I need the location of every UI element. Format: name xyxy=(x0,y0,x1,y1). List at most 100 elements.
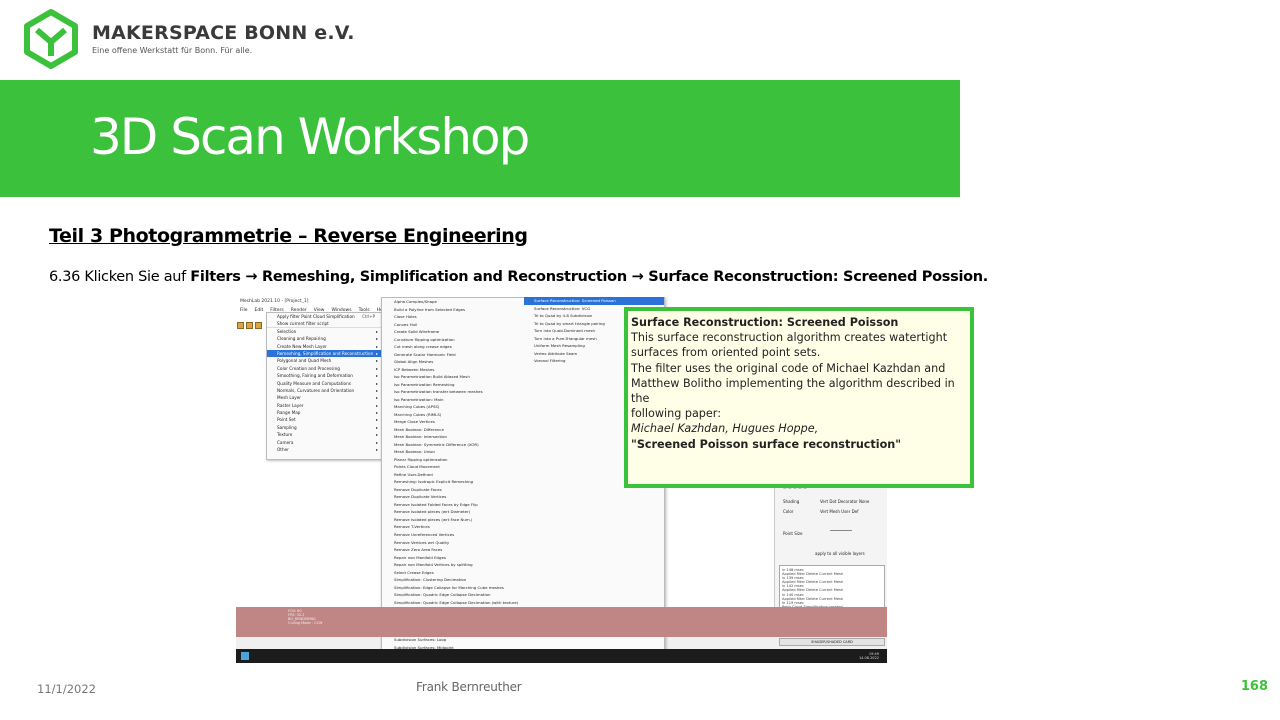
remeshing-menu-item[interactable]: Iso Parametrization Remeshing xyxy=(382,381,522,389)
remeshing-menu-item[interactable]: Iso Parametrization Build Atlased Mesh xyxy=(382,373,522,381)
filters-menu-item[interactable]: Other ▸ xyxy=(267,446,381,453)
remeshing-menu-item[interactable]: Generate Scalar Harmonic Field xyxy=(382,351,522,359)
remeshing-menu-item[interactable]: Planar flipping optimization xyxy=(382,456,522,464)
remeshing-menu-item[interactable]: Remove T-Vertices xyxy=(382,523,522,531)
filters-menu-item[interactable]: Normals, Curvatures and Orientation ▸ xyxy=(267,387,381,394)
remeshing-menu-item[interactable]: Simplification: Clustering Decimation xyxy=(382,576,522,584)
instruction-text: 6.36 Klicken Sie auf Filters → Remeshing… xyxy=(49,269,988,285)
remeshing-menu-item[interactable]: Marching Cubes (RIMLS) xyxy=(382,411,522,419)
remeshing-menu-item[interactable]: ICP Between Meshes xyxy=(382,366,522,374)
footer-date: 11/1/2022 xyxy=(37,682,96,696)
brand-tagline: Eine offene Werkstatt für Bonn. Für alle… xyxy=(92,46,253,55)
filters-menu-item[interactable]: Apply filter Point Cloud Simplification C… xyxy=(267,313,381,320)
remeshing-menu-item[interactable]: Remove Isolated pieces (wrt Diameter) xyxy=(382,508,522,516)
filters-menu: Apply filter Point Cloud Simplification C… xyxy=(266,312,382,460)
chevron-right-icon: ▸ xyxy=(375,402,378,408)
remeshing-menu-item[interactable]: Mesh Boolean: Symmetric Difference (XOR) xyxy=(382,441,522,449)
remeshing-menu-item[interactable]: Iso Parametrization: Main xyxy=(382,396,522,404)
remeshing-menu-item[interactable]: Simplification: Quadric Edge Collapse De… xyxy=(382,599,522,607)
color-label: Color xyxy=(783,509,794,514)
menu-file[interactable]: File xyxy=(240,308,248,313)
tooltip-filter-id: (FilterScreenedPoisson) xyxy=(631,483,968,485)
remeshing-menu-item[interactable]: Remove Isolated pieces (wrt Face Num.) xyxy=(382,516,522,524)
remeshing-menu-item[interactable]: Close Holes xyxy=(382,313,522,321)
remeshing-menu-item[interactable]: Mesh Boolean: Difference xyxy=(382,426,522,434)
tooltip-title: Surface Reconstruction: Screened Poisson xyxy=(631,316,899,329)
filters-menu-item[interactable]: Texture ▸ xyxy=(267,431,381,438)
menu-shortcut: Ctrl+P xyxy=(362,314,375,319)
remeshing-menu-item[interactable]: Remove Duplicate Vertices xyxy=(382,493,522,501)
tooltip-paper: "Screened Poisson surface reconstruction… xyxy=(631,437,902,451)
remeshing-menu-item[interactable]: Create Solid Wireframe xyxy=(382,328,522,336)
filters-menu-item[interactable]: Quality Measure and Computations ▸ xyxy=(267,380,381,387)
remeshing-menu-item[interactable]: Remove Isolated Folded Faces by Edge Fli… xyxy=(382,501,522,509)
filters-menu-item[interactable]: Polygonal and Quad Mesh ▸ xyxy=(267,357,381,364)
chevron-right-icon: ▸ xyxy=(375,343,378,349)
remeshing-menu-item[interactable]: Iso Parametrization transfer between mes… xyxy=(382,388,522,396)
filters-menu-item[interactable]: Smoothing, Fairing and Deformation ▸ xyxy=(267,372,381,379)
filters-menu-item[interactable]: Range Map ▸ xyxy=(267,409,381,416)
chevron-right-icon: ▸ xyxy=(375,447,378,453)
apply-all-checkbox[interactable]: apply to all visible layers xyxy=(815,551,865,556)
filters-menu-item[interactable]: Raster Layer ▸ xyxy=(267,402,381,409)
chevron-right-icon: ▸ xyxy=(375,387,378,393)
remeshing-menu-item[interactable]: Cut mesh along crease edges xyxy=(382,343,522,351)
remeshing-menu-item[interactable]: Remove Vertices wrt Quality xyxy=(382,539,522,547)
filters-menu-item[interactable]: Sampling ▸ xyxy=(267,424,381,431)
import-icon[interactable] xyxy=(255,322,262,329)
remeshing-menu-item[interactable]: Merge Close Vertices xyxy=(382,418,522,426)
open-icon[interactable] xyxy=(237,322,244,329)
filters-menu-item[interactable]: Cleaning and Repairing ▸ xyxy=(267,335,381,342)
point-size-slider[interactable] xyxy=(830,530,852,531)
remeshing-menu-item[interactable]: Subdivision Surfaces: Loop xyxy=(382,636,522,644)
tooltip-authors: Michael Kazhdan, Hugues Hoppe, xyxy=(631,422,819,436)
filters-menu-item[interactable]: Camera ▸ xyxy=(267,439,381,446)
remeshing-menu-item[interactable]: Convex Hull xyxy=(382,321,522,329)
remeshing-menu-item[interactable]: Build a Polyline from Selected Edges xyxy=(382,306,522,314)
remeshing-menu-item[interactable]: Repair non Manifold Vertices by splittin… xyxy=(382,561,522,569)
chevron-right-icon: ▸ xyxy=(375,328,378,334)
windows-start-icon[interactable] xyxy=(241,652,249,660)
filters-menu-item[interactable]: Remeshing, Simplification and Reconstruc… xyxy=(267,349,381,358)
remeshing-menu-item[interactable]: Simplification: Quadric Edge Collapse De… xyxy=(382,591,522,599)
viewport-info-line: Culling Mode - CCW xyxy=(288,621,323,625)
remeshing-menu-item[interactable]: Refine User-Defined xyxy=(382,471,522,479)
remeshing-menu-item[interactable]: Global Align Meshes xyxy=(382,358,522,366)
chevron-right-icon: ▸ xyxy=(375,410,378,416)
remeshing-menu-item[interactable]: Remove Zero Area Faces xyxy=(382,546,522,554)
tooltip-line: The filter uses the original code of Mic… xyxy=(631,361,946,375)
instruction-target: Surface Reconstruction: Screened Possion… xyxy=(648,269,989,285)
filters-menu-item[interactable]: Show current filter script xyxy=(267,320,381,328)
chevron-right-icon: ▸ xyxy=(375,350,378,356)
remeshing-menu-item[interactable]: Curvature flipping optimization xyxy=(382,336,522,344)
page-number: 168 xyxy=(1240,679,1268,694)
remeshing-menu-item[interactable]: Remove Duplicate Faces xyxy=(382,486,522,494)
shader-button[interactable]: SHADER/SHADED CARD xyxy=(779,638,885,646)
filters-menu-item[interactable]: Create New Mesh Layer ▸ xyxy=(267,343,381,350)
remeshing-menu-item[interactable]: Simplification: Edge Collapse for Marchi… xyxy=(382,584,522,592)
filters-menu-item[interactable]: Mesh Layer ▸ xyxy=(267,394,381,401)
save-icon[interactable] xyxy=(246,322,253,329)
filters-menu-item[interactable]: Color Creation and Processing ▸ xyxy=(267,365,381,372)
remeshing-menu-item[interactable]: Repair non Manifold Edges xyxy=(382,554,522,562)
remeshing-menu-item[interactable]: Remove Unreferenced Vertices xyxy=(382,531,522,539)
footer-author: Frank Bernreuther xyxy=(416,680,522,694)
remeshing-menu-item[interactable]: Select Crease Edges xyxy=(382,569,522,577)
shading-options[interactable]: Vert Dot Decorator None xyxy=(820,499,869,504)
filters-menu-item[interactable]: Selection ▸ xyxy=(267,328,381,335)
remeshing-menu-item[interactable]: Alpha Complex/Shape xyxy=(382,298,522,306)
section-title: Teil 3 Photogrammetrie – Reverse Enginee… xyxy=(49,225,528,247)
menu-edit[interactable]: Edit xyxy=(255,308,264,313)
chevron-right-icon: ▸ xyxy=(375,424,378,430)
remeshing-menu-item[interactable]: Remeshing: Isotropic Explicit Remeshing xyxy=(382,478,522,486)
instruction-arrow: → xyxy=(240,269,262,285)
chevron-right-icon: ▸ xyxy=(375,432,378,438)
remeshing-menu-item[interactable]: Points Cloud Movement xyxy=(382,463,522,471)
filters-menu-item[interactable]: Point Set ▸ xyxy=(267,416,381,423)
remeshing-menu-item[interactable]: Marching Cubes (APSS) xyxy=(382,403,522,411)
screened-poisson-menu-item[interactable]: Surface Reconstruction: Screened Poisson xyxy=(524,297,664,305)
instruction-arrow-2: → xyxy=(626,269,649,285)
remeshing-menu-item[interactable]: Mesh Boolean: Union xyxy=(382,448,522,456)
remeshing-menu-item[interactable]: Mesh Boolean: Intersection xyxy=(382,433,522,441)
color-options[interactable]: Vert Mesh User Def xyxy=(820,509,859,514)
